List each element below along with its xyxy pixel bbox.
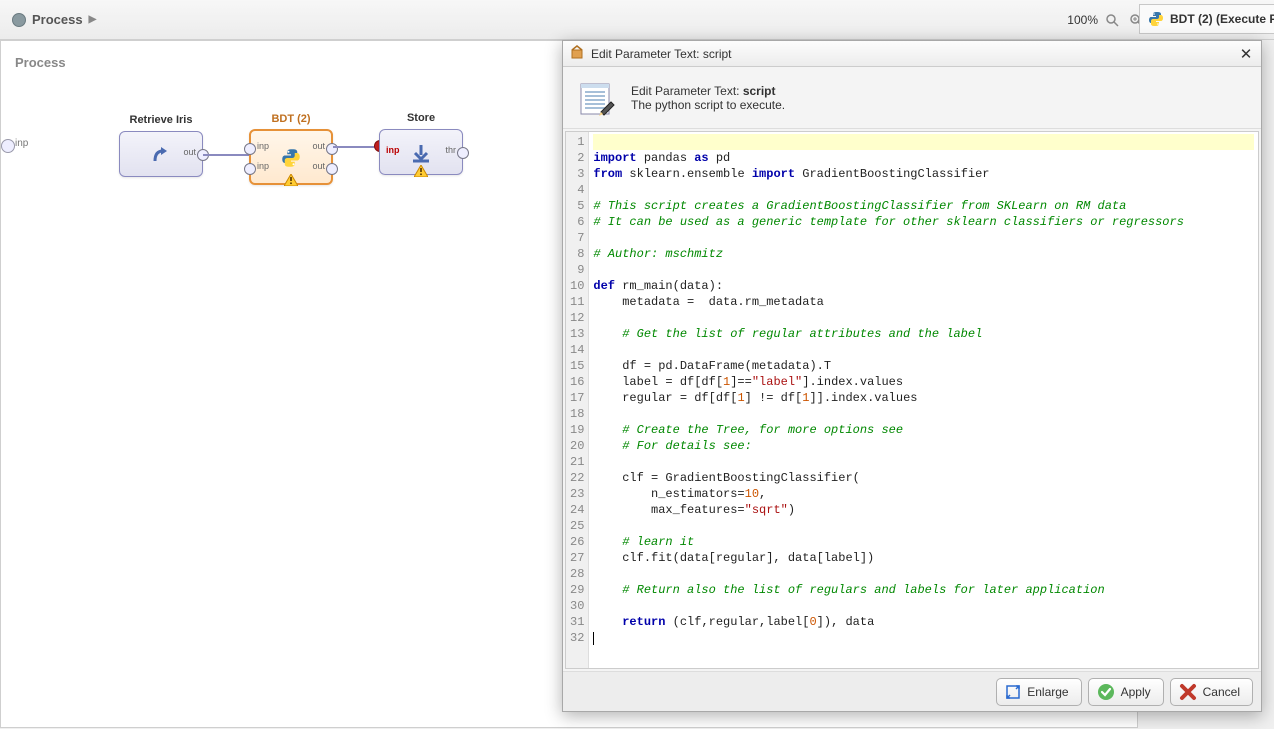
operator-bdt[interactable]: BDT (2) inp inp out out — [249, 129, 333, 185]
operator-title: Store — [360, 112, 482, 124]
port-label: out — [312, 161, 325, 171]
chevron-right-icon: ▶ — [89, 14, 97, 25]
process-start-port-label: inp — [15, 138, 28, 149]
connection[interactable] — [333, 146, 379, 148]
process-node-icon — [12, 13, 26, 27]
operator-title: Retrieve Iris — [100, 114, 222, 126]
process-start-port[interactable] — [1, 139, 15, 153]
zoom-reset-icon[interactable] — [1102, 10, 1122, 30]
button-label: Enlarge — [1027, 685, 1068, 699]
dialog-icon — [569, 44, 585, 63]
zoom-label: 100% — [1067, 13, 1098, 27]
close-icon[interactable]: ✕ — [1237, 45, 1255, 63]
cancel-button[interactable]: Cancel — [1170, 678, 1253, 706]
button-label: Apply — [1121, 685, 1151, 699]
cancel-icon — [1179, 683, 1197, 701]
dialog-header: Edit Parameter Text: script The python s… — [563, 67, 1261, 129]
in-port[interactable] — [244, 143, 256, 155]
port-label: out — [183, 147, 196, 157]
operator-store[interactable]: Store inp thr — [379, 129, 463, 175]
notepad-icon — [577, 78, 617, 118]
dialog-header-title: Edit Parameter Text: script — [631, 84, 785, 98]
dialog-title-text: Edit Parameter Text: script — [591, 47, 732, 61]
out-port[interactable] — [457, 147, 469, 159]
dialog-button-bar: Enlarge Apply Cancel — [563, 671, 1261, 711]
out-port[interactable] — [326, 143, 338, 155]
canvas-label: Process — [15, 55, 66, 70]
dialog-header-subtitle: The python script to execute. — [631, 98, 785, 112]
in-port[interactable] — [244, 163, 256, 175]
enlarge-button[interactable]: Enlarge — [996, 678, 1081, 706]
edit-parameter-dialog: Edit Parameter Text: script ✕ Edit Param… — [562, 40, 1262, 712]
line-gutter: 1234567891011121314151617181920212223242… — [566, 132, 589, 668]
dialog-titlebar[interactable]: Edit Parameter Text: script ✕ — [563, 41, 1261, 67]
port-label: out — [312, 141, 325, 151]
port-label: inp — [386, 145, 400, 155]
operator-title: BDT (2) — [231, 113, 351, 125]
port-label: inp — [257, 161, 269, 171]
right-panel-tab-label: BDT (2) (Execute P — [1170, 12, 1274, 26]
port-label: thr — [445, 145, 456, 155]
breadcrumb-title: Process — [32, 12, 83, 27]
button-label: Cancel — [1203, 685, 1240, 699]
script-editor[interactable]: 1234567891011121314151617181920212223242… — [565, 131, 1259, 669]
code-content[interactable]: import pandas as pdfrom sklearn.ensemble… — [589, 132, 1258, 668]
warning-icon — [414, 165, 428, 177]
port-label: inp — [257, 141, 269, 151]
python-icon — [281, 148, 301, 171]
operator-retrieve-iris[interactable]: Retrieve Iris out — [119, 131, 203, 177]
enlarge-icon — [1005, 684, 1021, 700]
toolbar: Process ▶ 100% — [0, 0, 1274, 40]
out-port[interactable] — [326, 163, 338, 175]
python-icon — [1148, 11, 1164, 27]
store-icon — [409, 141, 433, 165]
check-icon — [1097, 683, 1115, 701]
connection[interactable] — [203, 154, 249, 156]
retrieve-icon — [149, 143, 173, 167]
right-panel-tab[interactable]: BDT (2) (Execute P — [1139, 4, 1274, 34]
breadcrumb[interactable]: Process ▶ — [0, 12, 96, 27]
warning-icon — [284, 174, 298, 186]
apply-button[interactable]: Apply — [1088, 678, 1164, 706]
